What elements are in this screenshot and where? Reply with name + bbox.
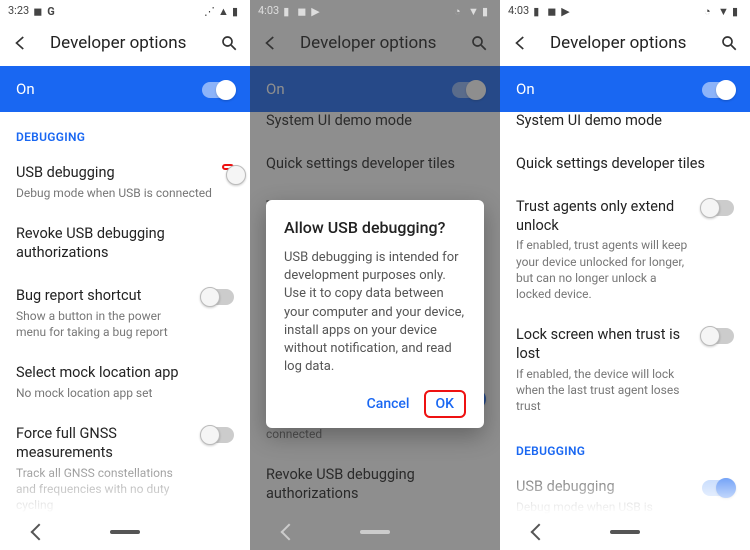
wifi-icon: ▼ — [468, 5, 478, 15]
battery-icon: ▮ — [732, 5, 742, 15]
page-title: Developer options — [550, 33, 700, 53]
search-icon[interactable] — [220, 34, 238, 52]
status-bar: 3:23 ◼ G ⋰ ▲ ▮ — [0, 0, 250, 20]
wifi-icon: ▼ — [718, 5, 728, 15]
master-toggle — [452, 82, 484, 98]
item-usb-debugging[interactable]: USB debuggingDebug mode when USB is conn… — [516, 466, 734, 514]
phone-frame-1: 3:23 ◼ G ⋰ ▲ ▮ Developer options On DEBU… — [0, 0, 250, 550]
item-sysui[interactable]: System UI demo mode — [516, 100, 734, 143]
on-label: On — [16, 80, 35, 98]
trust-toggle[interactable] — [702, 200, 734, 216]
back-icon[interactable] — [512, 34, 530, 52]
alarm-icon: ◔ — [704, 5, 714, 15]
message-icon: ◼ — [547, 5, 557, 15]
status-time: 4:03 — [508, 4, 529, 17]
item-qs-tiles[interactable]: Quick settings developer tiles — [516, 143, 734, 186]
nav-back-icon[interactable] — [30, 524, 47, 541]
dialog-title: Allow USB debugging? — [284, 218, 466, 237]
item-mock-location[interactable]: Select mock location appNo mock location… — [16, 352, 234, 413]
on-label: On — [266, 80, 285, 98]
item-bug-report[interactable]: Bug report shortcutShow a button in the … — [16, 275, 234, 352]
status-bar: 4:03 ▮ ◼ ▶ ◔ ▼ ▮ — [500, 0, 750, 20]
item-lock-trust[interactable]: Lock screen when trust is lostIf enabled… — [516, 314, 734, 426]
cancel-button[interactable]: Cancel — [361, 390, 416, 418]
on-label: On — [516, 80, 535, 98]
phone-frame-2: 4:03 ▮ ◼ ▶ ◔ ▼ ▮ Developer options On System … — [250, 0, 500, 550]
status-time: 3:23 — [8, 4, 29, 17]
item-gnss[interactable]: Force full GNSS measurementsTrack all GN… — [16, 413, 234, 514]
search-icon — [470, 34, 488, 52]
bug-report-toggle[interactable] — [202, 289, 234, 305]
nav-bar — [500, 514, 750, 550]
nav-home-pill[interactable] — [110, 530, 140, 534]
nav-home-pill[interactable] — [360, 530, 390, 534]
app-bar: Developer options — [250, 20, 500, 66]
settings-list[interactable]: System UI demo mode Quick settings devel… — [500, 100, 750, 514]
nav-bar — [0, 514, 250, 550]
wifi-off-icon: ⋰ — [204, 5, 214, 15]
section-debugging: DEBUGGING — [516, 426, 734, 466]
item-qs-tiles: Quick settings developer tiles — [266, 143, 484, 186]
item-revoke-auth[interactable]: Revoke USB debugging authorizations — [16, 213, 234, 275]
battery-saver-icon: ▮ — [533, 5, 543, 15]
item-usb-debugging[interactable]: USB debuggingDebug mode when USB is conn… — [16, 152, 234, 213]
lock-trust-toggle[interactable] — [702, 328, 734, 344]
battery-icon: ▮ — [232, 5, 242, 15]
battery-saver-icon: ▮ — [283, 5, 293, 15]
usb-debugging-dialog: Allow USB debugging? USB debugging is in… — [266, 200, 484, 428]
play-store-icon: ▶ — [561, 5, 571, 15]
item-trust[interactable]: Trust agents only extend unlockIf enable… — [516, 186, 734, 314]
highlight-ok: OK — [424, 390, 467, 418]
highlight-usb-toggle — [222, 164, 234, 170]
master-toggle[interactable] — [702, 82, 734, 98]
master-toggle[interactable] — [202, 82, 234, 98]
gnss-toggle[interactable] — [202, 427, 234, 443]
page-title: Developer options — [300, 33, 450, 53]
battery-icon: ▮ — [482, 5, 492, 15]
app-bar: Developer options — [0, 20, 250, 66]
back-icon — [262, 34, 280, 52]
settings-list[interactable]: DEBUGGING USB debuggingDebug mode when U… — [0, 112, 250, 514]
signal-icon: ▲ — [218, 5, 228, 15]
nav-back-icon[interactable] — [530, 524, 547, 541]
ok-button[interactable]: OK — [430, 390, 461, 418]
play-store-icon: ▶ — [311, 5, 321, 15]
app-bar: Developer options — [500, 20, 750, 66]
google-icon: G — [47, 5, 57, 15]
message-icon: ◼ — [33, 5, 43, 15]
status-time: 4:03 — [258, 4, 279, 17]
status-bar: 4:03 ▮ ◼ ▶ ◔ ▼ ▮ — [250, 0, 500, 20]
section-debugging: DEBUGGING — [16, 112, 234, 152]
phone-frame-3: 4:03 ▮ ◼ ▶ ◔ ▼ ▮ Developer options On System … — [500, 0, 750, 550]
nav-bar — [250, 514, 500, 550]
page-title: Developer options — [50, 33, 200, 53]
dialog-body: USB debugging is intended for developmen… — [284, 249, 466, 376]
item-sysui: System UI demo mode — [266, 100, 484, 143]
nav-home-pill[interactable] — [610, 530, 640, 534]
message-icon: ◼ — [297, 5, 307, 15]
alarm-icon: ◔ — [454, 5, 464, 15]
master-toggle-bar[interactable]: On — [0, 66, 250, 112]
nav-back-icon[interactable] — [280, 524, 297, 541]
usb-debugging-toggle[interactable] — [702, 480, 734, 496]
search-icon[interactable] — [720, 34, 738, 52]
back-icon[interactable] — [12, 34, 30, 52]
item-revoke-auth: Revoke USB debugging authorizations — [266, 454, 484, 514]
